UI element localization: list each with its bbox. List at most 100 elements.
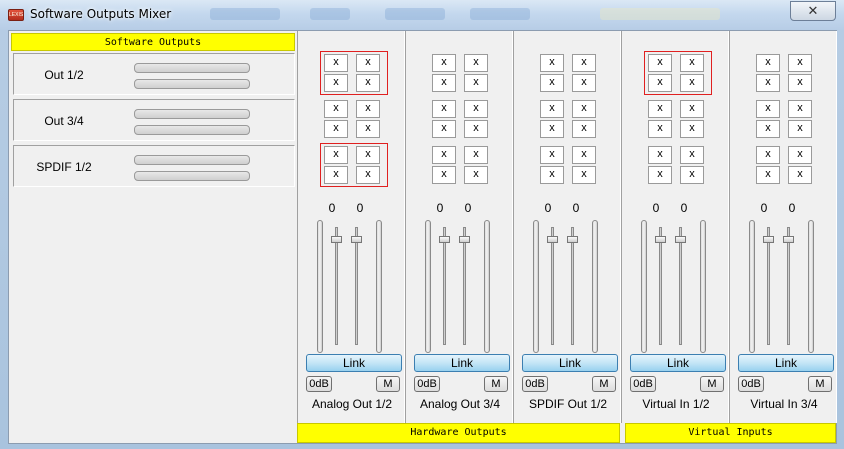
gain-value: 0 xyxy=(464,201,472,215)
link-button[interactable]: Link xyxy=(522,354,618,372)
routing-cell[interactable]: x xyxy=(324,146,348,164)
link-button[interactable]: Link xyxy=(738,354,834,372)
routing-cell[interactable]: x xyxy=(432,100,456,118)
routing-cell[interactable]: x xyxy=(680,74,704,92)
routing-cell[interactable]: x xyxy=(464,100,488,118)
zero-db-button[interactable]: 0dB xyxy=(738,376,764,392)
close-button[interactable]: ✕ xyxy=(790,1,836,21)
routing-cell[interactable]: x xyxy=(648,120,672,138)
routing-cell[interactable]: x xyxy=(540,146,564,164)
routing-cell[interactable]: x xyxy=(680,54,704,72)
routing-cell[interactable]: x xyxy=(540,120,564,138)
routing-cell[interactable]: x xyxy=(324,54,348,72)
fader-right[interactable] xyxy=(463,227,466,345)
link-button[interactable]: Link xyxy=(414,354,510,372)
mute-button[interactable]: M xyxy=(592,376,616,392)
zero-db-button[interactable]: 0dB xyxy=(414,376,440,392)
fader-right[interactable] xyxy=(787,227,790,345)
fader-thumb[interactable] xyxy=(547,236,558,243)
routing-cell[interactable]: x xyxy=(648,166,672,184)
routing-cell[interactable]: x xyxy=(324,120,348,138)
routing-cell[interactable]: x xyxy=(648,74,672,92)
routing-cell[interactable]: x xyxy=(756,120,780,138)
routing-cell[interactable]: x xyxy=(756,166,780,184)
routing-cell[interactable]: x xyxy=(324,166,348,184)
fader-right[interactable] xyxy=(679,227,682,345)
routing-cell[interactable]: x xyxy=(540,54,564,72)
routing-cell[interactable]: x xyxy=(356,146,380,164)
routing-cell[interactable]: x xyxy=(572,100,596,118)
fader-thumb[interactable] xyxy=(439,236,450,243)
routing-cell[interactable]: x xyxy=(788,54,812,72)
routing-cell[interactable]: x xyxy=(572,146,596,164)
routing-cell[interactable]: x xyxy=(648,146,672,164)
fader-left[interactable] xyxy=(335,227,338,345)
level-meter-left xyxy=(425,220,431,353)
mute-button[interactable]: M xyxy=(484,376,508,392)
routing-cell[interactable]: x xyxy=(540,166,564,184)
routing-cell[interactable]: x xyxy=(788,120,812,138)
routing-cell[interactable]: x xyxy=(680,120,704,138)
routing-cell[interactable]: x xyxy=(788,100,812,118)
routing-cell[interactable]: x xyxy=(756,74,780,92)
routing-cell[interactable]: x xyxy=(788,74,812,92)
routing-cell[interactable]: x xyxy=(680,166,704,184)
routing-cell[interactable]: x xyxy=(648,54,672,72)
routing-cell[interactable]: x xyxy=(572,54,596,72)
routing-cell[interactable]: x xyxy=(432,166,456,184)
routing-cell[interactable]: x xyxy=(756,100,780,118)
routing-cell[interactable]: x xyxy=(432,74,456,92)
routing-cell[interactable]: x xyxy=(464,54,488,72)
fader-thumb[interactable] xyxy=(351,236,362,243)
routing-cell[interactable]: x xyxy=(572,74,596,92)
routing-cell[interactable]: x xyxy=(324,100,348,118)
routing-cell[interactable]: x xyxy=(356,120,380,138)
fader-thumb[interactable] xyxy=(763,236,774,243)
fader-thumb[interactable] xyxy=(331,236,342,243)
mute-button[interactable]: M xyxy=(376,376,400,392)
routing-cell[interactable]: x xyxy=(356,166,380,184)
fader-left[interactable] xyxy=(767,227,770,345)
routing-cell[interactable]: x xyxy=(756,146,780,164)
routing-cell[interactable]: x xyxy=(756,54,780,72)
fader-thumb[interactable] xyxy=(655,236,666,243)
fader-left[interactable] xyxy=(551,227,554,345)
routing-cell[interactable]: x xyxy=(680,146,704,164)
routing-cell[interactable]: x xyxy=(572,166,596,184)
routing-cell[interactable]: x xyxy=(540,100,564,118)
fader-thumb[interactable] xyxy=(675,236,686,243)
mute-button[interactable]: M xyxy=(700,376,724,392)
routing-cell[interactable]: x xyxy=(464,166,488,184)
routing-cell[interactable]: x xyxy=(432,120,456,138)
routing-cell[interactable]: x xyxy=(356,100,380,118)
fader-right[interactable] xyxy=(571,227,574,345)
routing-cell[interactable]: x xyxy=(324,74,348,92)
routing-cell[interactable]: x xyxy=(464,146,488,164)
zero-db-button[interactable]: 0dB xyxy=(522,376,548,392)
routing-cell[interactable]: x xyxy=(464,74,488,92)
routing-cell[interactable]: x xyxy=(540,74,564,92)
mute-button[interactable]: M xyxy=(808,376,832,392)
routing-cell[interactable]: x xyxy=(464,120,488,138)
fader-right[interactable] xyxy=(355,227,358,345)
link-button[interactable]: Link xyxy=(306,354,402,372)
routing-cell[interactable]: x xyxy=(680,100,704,118)
link-button[interactable]: Link xyxy=(630,354,726,372)
routing-cell[interactable]: x xyxy=(648,100,672,118)
routing-cell[interactable]: x xyxy=(356,54,380,72)
routing-cell[interactable]: x xyxy=(788,166,812,184)
fader-thumb[interactable] xyxy=(459,236,470,243)
fader-thumb[interactable] xyxy=(567,236,578,243)
fader-left[interactable] xyxy=(659,227,662,345)
fader-thumb[interactable] xyxy=(783,236,794,243)
zero-db-button[interactable]: 0dB xyxy=(630,376,656,392)
software-output-row: Out 1/2 xyxy=(13,53,295,95)
routing-cell[interactable]: x xyxy=(356,74,380,92)
gain-value: 0 xyxy=(436,201,444,215)
routing-cell[interactable]: x xyxy=(788,146,812,164)
routing-cell[interactable]: x xyxy=(432,146,456,164)
routing-cell[interactable]: x xyxy=(432,54,456,72)
fader-left[interactable] xyxy=(443,227,446,345)
routing-cell[interactable]: x xyxy=(572,120,596,138)
zero-db-button[interactable]: 0dB xyxy=(306,376,332,392)
